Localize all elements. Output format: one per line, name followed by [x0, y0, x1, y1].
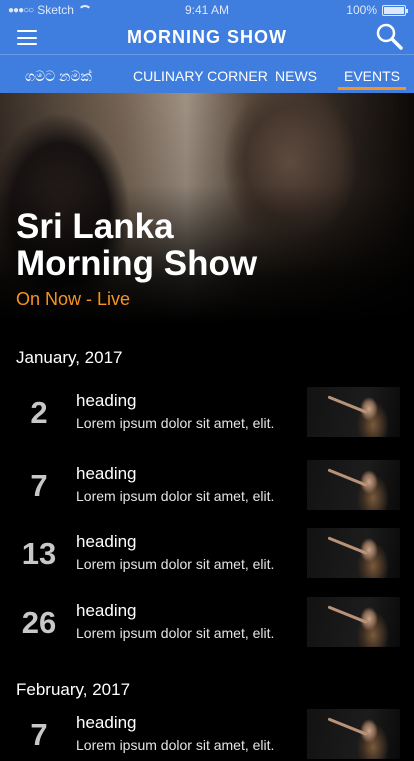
event-heading: heading — [76, 601, 137, 620]
event-row[interactable]: 13 heading Lorem ipsum dolor sit amet, e… — [0, 528, 414, 584]
battery-fill — [384, 6, 404, 14]
event-day: 13 — [21, 536, 57, 571]
hamburger-icon[interactable] — [17, 30, 37, 45]
tab-events[interactable]: EVENTS — [337, 68, 407, 90]
event-thumbnail — [307, 387, 400, 437]
hero-title-line-2: Morning Show — [16, 244, 258, 283]
hero-title-line-1: Sri Lanka — [16, 207, 174, 246]
event-description: Lorem ipsum dolor sit amet, elit. — [76, 737, 275, 753]
event-row[interactable]: 7 heading Lorem ipsum dolor sit amet, el… — [0, 709, 414, 761]
status-bar: ●●●○○ Sketch 9:41 AM 100% — [0, 0, 414, 20]
event-heading: heading — [76, 391, 137, 410]
status-right: 100% — [346, 3, 408, 17]
event-description: Lorem ipsum dolor sit amet, elit. — [76, 625, 275, 641]
status-time: 9:41 AM — [184, 3, 230, 17]
event-heading: heading — [76, 532, 137, 551]
event-thumbnail — [307, 597, 400, 647]
tab-gamata-namak[interactable]: ගමට නමක් — [25, 68, 92, 85]
live-status: On Now - Live — [16, 289, 131, 309]
hero-banner[interactable]: Sri Lanka Morning Show On Now - Live — [0, 93, 414, 323]
tab-culinary-corner[interactable]: CULINARY CORNER — [133, 68, 268, 84]
event-thumbnail — [307, 709, 400, 759]
month-heading: January, 2017 — [16, 348, 123, 367]
event-day: 26 — [21, 605, 57, 640]
hero-title: Sri Lanka Morning Show — [16, 208, 257, 282]
tab-bar: ගමට නමක් CULINARY CORNER NEWS EVENTS — [0, 54, 414, 93]
event-thumbnail — [307, 460, 400, 510]
event-heading: heading — [76, 464, 137, 483]
event-row[interactable]: 26 heading Lorem ipsum dolor sit amet, e… — [0, 597, 414, 653]
event-thumbnail — [307, 528, 400, 578]
event-row[interactable]: 7 heading Lorem ipsum dolor sit amet, el… — [0, 460, 414, 516]
event-row[interactable]: 2 heading Lorem ipsum dolor sit amet, el… — [0, 387, 414, 443]
event-description: Lorem ipsum dolor sit amet, elit. — [76, 556, 275, 572]
event-description: Lorem ipsum dolor sit amet, elit. — [76, 415, 275, 431]
battery-icon — [382, 4, 408, 16]
month-heading: February, 2017 — [16, 680, 131, 699]
event-day: 7 — [30, 468, 48, 503]
signal-icon: ●●●○○ — [8, 4, 34, 16]
event-heading: heading — [76, 713, 137, 732]
app-title: MORNING SHOW — [127, 26, 287, 47]
tab-news[interactable]: NEWS — [275, 68, 317, 84]
wifi-icon — [77, 5, 92, 15]
search-icon[interactable] — [374, 22, 404, 52]
event-day: 7 — [30, 717, 48, 752]
status-left: ●●●○○ Sketch — [8, 3, 92, 17]
event-description: Lorem ipsum dolor sit amet, elit. — [76, 488, 275, 504]
carrier-label: Sketch — [37, 3, 74, 17]
app-header: MORNING SHOW — [0, 20, 414, 54]
event-day: 2 — [30, 395, 48, 430]
battery-percent: 100% — [346, 3, 377, 17]
